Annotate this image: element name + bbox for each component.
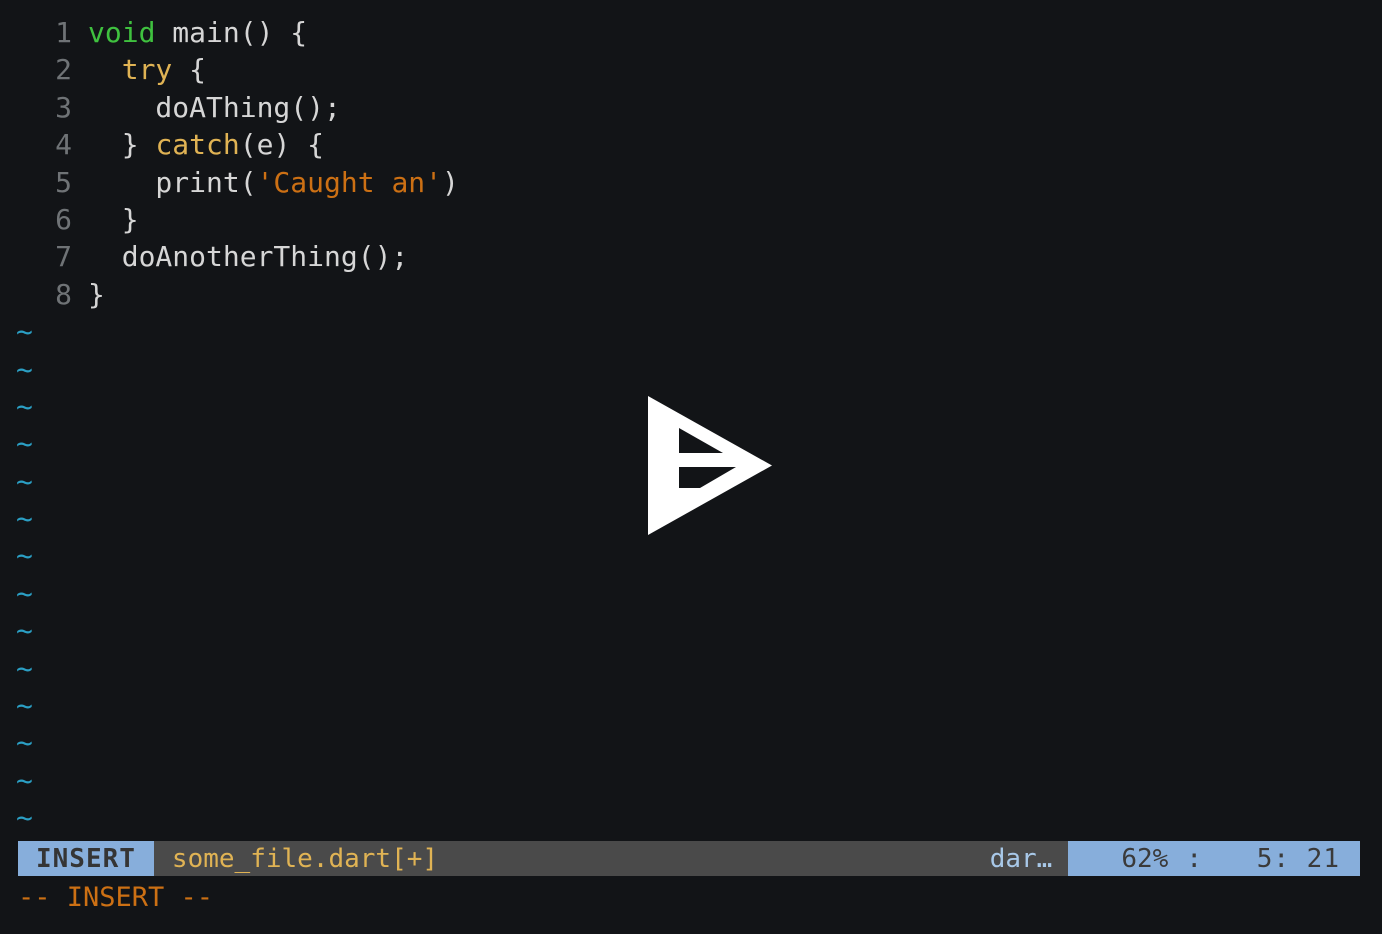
empty-line-marker: ~ (16, 539, 33, 573)
status-scroll-percent: 62% (1121, 843, 1169, 874)
line-text: doAnotherThing(); (72, 238, 409, 275)
code-line[interactable]: 1 void main() { (0, 14, 1382, 51)
code-line[interactable]: 6 } (0, 201, 1382, 238)
empty-line-marker: ~ (16, 614, 33, 648)
empty-line-marker: ~ (16, 315, 33, 349)
code-token: } (88, 277, 105, 311)
line-text: void main() { (72, 14, 307, 51)
code-token: void (88, 16, 156, 49)
line-number: 5 (55, 165, 72, 199)
command-message-line: -- INSERT -- (18, 882, 214, 913)
code-token: print( (88, 165, 257, 199)
empty-line-marker: ~ (16, 352, 33, 386)
code-token: (e) { (239, 128, 325, 162)
status-separator: : (1186, 843, 1202, 874)
line-text: try { (72, 51, 206, 88)
code-line[interactable]: 5 print('Caught an') (0, 164, 1382, 201)
code-token: try (121, 53, 173, 87)
code-line[interactable]: 4 } catch(e) { (0, 126, 1382, 163)
line-text: print('Caught an') (72, 164, 459, 201)
code-token: { (172, 53, 207, 87)
line-text: } (72, 276, 105, 313)
code-line[interactable]: 8} (0, 276, 1382, 313)
empty-line-marker: ~ (16, 651, 33, 685)
code-line[interactable]: 3 doAThing(); (0, 89, 1382, 126)
code-line[interactable]: 2 try { (0, 51, 1382, 88)
code-token: doAThing(); (88, 90, 341, 124)
line-number: 4 (55, 128, 72, 162)
line-number: 6 (55, 202, 72, 236)
empty-line-marker: ~ (16, 576, 33, 610)
empty-line-marker: ~ (16, 763, 33, 797)
terminal-screen: 1 void main() {2 try {3 doAThing(); 4 } ca… (0, 0, 1382, 934)
status-line: INSERT some_file.dart[+] dar… 62% : 5: 2… (18, 841, 1360, 876)
line-text: } catch(e) { (72, 126, 324, 163)
line-text: } (72, 201, 139, 238)
code-token: main() { (155, 16, 308, 49)
code-token: ) (442, 165, 459, 199)
empty-line-marker: ~ (16, 689, 33, 723)
code-token: doAnotherThing(); (88, 240, 409, 274)
status-filename: some_file.dart[+] (171, 843, 439, 874)
code-line[interactable]: 7 doAnotherThing(); (0, 238, 1382, 275)
line-number: 2 (55, 53, 72, 87)
empty-line-marker: ~ (16, 726, 33, 760)
status-cursor-position: 5: 21 (1256, 843, 1340, 874)
line-number: 7 (55, 240, 72, 274)
code-token: } (88, 128, 156, 162)
status-mode-indicator: INSERT (18, 841, 154, 876)
empty-line-marker: ~ (16, 801, 33, 835)
status-filetype: dar… (989, 843, 1053, 874)
status-position-group: 62% : 5: 21 (1068, 841, 1360, 876)
code-token: catch (155, 128, 240, 162)
line-number: 1 (55, 16, 72, 49)
asciinema-play-logo[interactable] (648, 396, 772, 535)
line-text: doAThing(); (72, 89, 341, 126)
code-token: 'Caught an' (256, 165, 443, 199)
line-number: 8 (55, 277, 72, 311)
line-number: 3 (55, 90, 72, 124)
code-token: } (88, 202, 139, 236)
